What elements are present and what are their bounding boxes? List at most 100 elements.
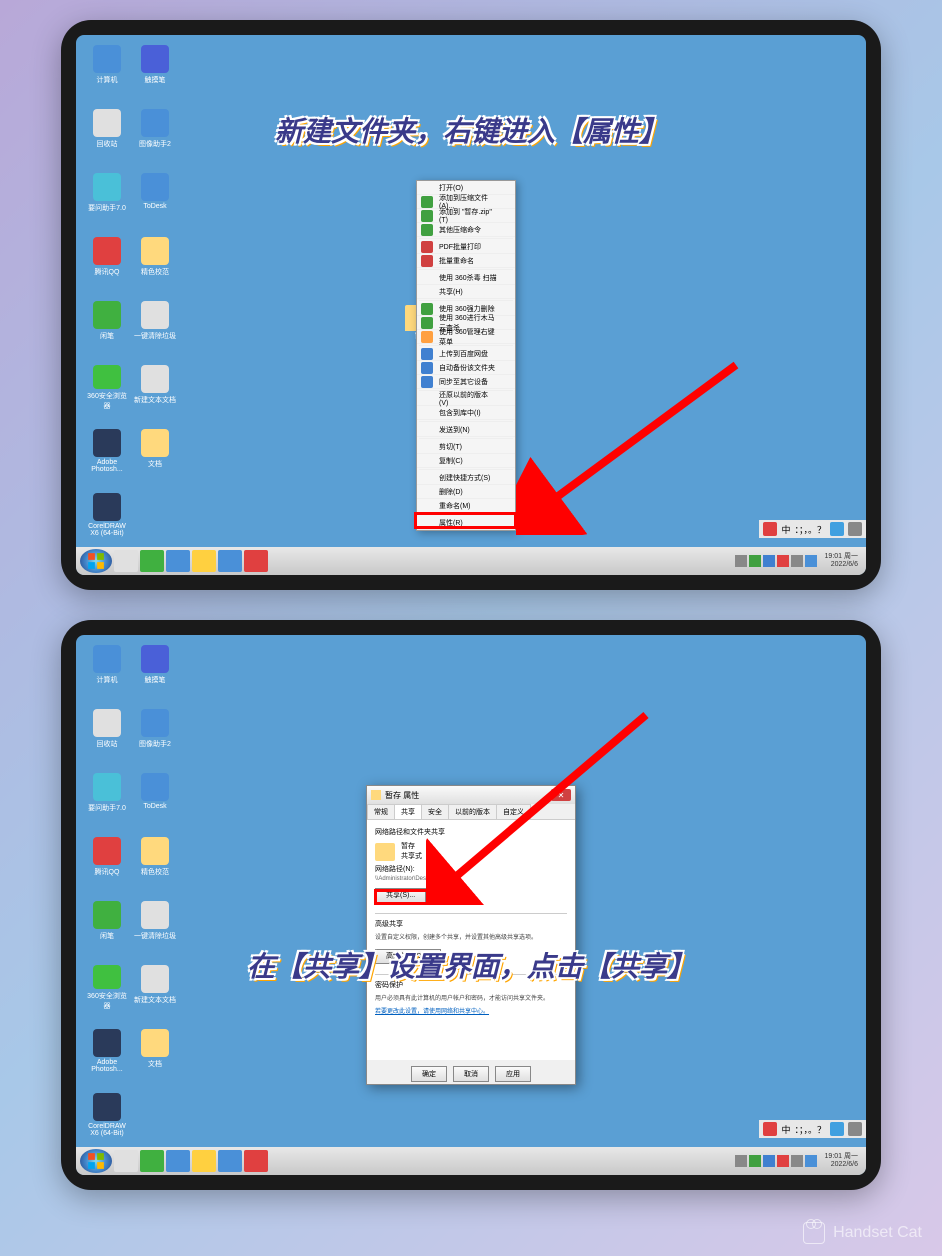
- context-menu-item[interactable]: 重命名(M): [417, 499, 515, 513]
- desktop-icon[interactable]: 精色校范: [134, 237, 176, 283]
- apply-button[interactable]: 应用: [495, 1066, 531, 1082]
- desktop-icon[interactable]: 要问助手7.0: [86, 773, 128, 819]
- desktop-icon[interactable]: CorelDRAW X6 (64-Bit): [86, 493, 128, 539]
- context-menu-item[interactable]: 还原以前的版本(V): [417, 392, 515, 406]
- context-menu-item[interactable]: 其他压缩命令: [417, 223, 515, 237]
- desktop-icon[interactable]: ToDesk: [134, 173, 176, 219]
- watermark-text: Handset Cat: [833, 1224, 922, 1242]
- cancel-button[interactable]: 取消: [453, 1066, 489, 1082]
- taskbar-app[interactable]: [114, 1150, 138, 1172]
- context-menu-item[interactable]: 包含到库中(I): [417, 406, 515, 420]
- desktop-icon[interactable]: 文档: [134, 429, 176, 475]
- taskbar-app[interactable]: [114, 550, 138, 572]
- arrow-1: [516, 355, 766, 535]
- taskbar-app[interactable]: [140, 550, 164, 572]
- dialog-tab[interactable]: 共享: [394, 804, 422, 819]
- desktop-icon[interactable]: 腾讯QQ: [86, 237, 128, 283]
- taskbar-app[interactable]: [192, 550, 216, 572]
- watermark: Handset Cat: [803, 1222, 922, 1244]
- context-menu-item[interactable]: 同步至其它设备: [417, 375, 515, 389]
- context-menu-item[interactable]: 上传到百度网盘: [417, 347, 515, 361]
- desktop-icon[interactable]: 新建文本文档: [134, 365, 176, 411]
- dialog-title-text: 暂存 属性: [385, 790, 419, 801]
- advanced-share-desc: 设置自定义权限，创建多个共享，并设置其他高级共享选项。: [375, 934, 567, 942]
- desktop-icon[interactable]: 腾讯QQ: [86, 837, 128, 883]
- desktop-icon[interactable]: Adobe Photosh...: [86, 1029, 128, 1075]
- context-menu-item[interactable]: 剪切(T): [417, 440, 515, 454]
- lang-tool-icon-2[interactable]: [848, 1122, 862, 1136]
- context-menu-item[interactable]: 使用 360杀毒 扫描: [417, 271, 515, 285]
- context-menu-item[interactable]: 创建快捷方式(S): [417, 471, 515, 485]
- menu-separator: [419, 300, 513, 301]
- desktop-icon[interactable]: 文档: [134, 1029, 176, 1075]
- context-menu-item[interactable]: 共享(H): [417, 285, 515, 299]
- advanced-share-label: 高级共享: [375, 920, 567, 930]
- context-menu: 打开(O)添加到压缩文件(A)...添加到 "暂存.zip"(T)其他压缩命令P…: [416, 180, 516, 531]
- context-menu-item[interactable]: 自动备份该文件夹: [417, 361, 515, 375]
- tablet-frame-1: 计算机触摸笔回收站图像助手2要问助手7.0ToDesk腾讯QQ精色校范闲笔一键清…: [61, 20, 881, 590]
- taskbar-app[interactable]: [166, 1150, 190, 1172]
- ime-indicator[interactable]: 中: [781, 523, 790, 536]
- desktop-icon[interactable]: 要问助手7.0: [86, 173, 128, 219]
- taskbar-app[interactable]: [244, 1150, 268, 1172]
- desktop-icon[interactable]: 计算机: [86, 45, 128, 91]
- language-bar-1[interactable]: 中 ：；，。？: [759, 520, 866, 538]
- dialog-tab[interactable]: 常规: [367, 804, 395, 819]
- taskbar-app[interactable]: [244, 550, 268, 572]
- desktop-icon[interactable]: CorelDRAW X6 (64-Bit): [86, 1093, 128, 1139]
- taskbar-app[interactable]: [140, 1150, 164, 1172]
- desktop-icon[interactable]: Adobe Photosh...: [86, 429, 128, 475]
- menu-separator: [419, 269, 513, 270]
- cat-icon: [803, 1222, 825, 1244]
- system-tray: 19:01 周一 2022/6/6: [735, 1153, 862, 1168]
- context-menu-item[interactable]: 删除(D): [417, 485, 515, 499]
- context-menu-item[interactable]: 批量重命名: [417, 254, 515, 268]
- taskbar-app[interactable]: [218, 550, 242, 572]
- desktop-icon[interactable]: 一键清除垃圾: [134, 901, 176, 947]
- tablet-frame-2: 计算机触摸笔回收站图像助手2要问助手7.0ToDesk腾讯QQ精色校范闲笔一键清…: [61, 620, 881, 1190]
- sogou-icon[interactable]: [763, 1122, 777, 1136]
- taskbar-clock[interactable]: 19:01 周一 2022/6/6: [821, 553, 862, 568]
- context-menu-item[interactable]: 复制(C): [417, 454, 515, 468]
- desktop-icon[interactable]: 触摸笔: [134, 45, 176, 91]
- desktop-icon[interactable]: 一键清除垃圾: [134, 301, 176, 347]
- taskbar-clock[interactable]: 19:01 周一 2022/6/6: [821, 1153, 862, 1168]
- lang-tool-icon-2[interactable]: [848, 522, 862, 536]
- desktop-icon[interactable]: ToDesk: [134, 773, 176, 819]
- tray-icons[interactable]: [735, 555, 817, 567]
- taskbar-2: 19:01 周一 2022/6/6: [76, 1147, 866, 1175]
- desktop-icon[interactable]: 闲笔: [86, 901, 128, 947]
- ime-indicator[interactable]: 中: [781, 1123, 790, 1136]
- context-menu-item[interactable]: 添加到 "暂存.zip"(T): [417, 209, 515, 223]
- desktop-icon[interactable]: 图像助手2: [134, 709, 176, 755]
- context-menu-item[interactable]: 发送到(N): [417, 423, 515, 437]
- lang-tool-icon[interactable]: [830, 1122, 844, 1136]
- context-menu-item[interactable]: PDF批量打印: [417, 240, 515, 254]
- menu-separator: [419, 421, 513, 422]
- tray-icons[interactable]: [735, 1155, 817, 1167]
- taskbar-app[interactable]: [166, 550, 190, 572]
- start-button[interactable]: [80, 549, 112, 573]
- desktop-icon[interactable]: 计算机: [86, 645, 128, 691]
- ok-button[interactable]: 确定: [411, 1066, 447, 1082]
- instruction-text-2: 在【共享】设置界面，点击【共享】: [76, 945, 866, 985]
- lang-tool-icon[interactable]: [830, 522, 844, 536]
- menu-separator: [419, 469, 513, 470]
- start-button[interactable]: [80, 1149, 112, 1173]
- desktop-icon[interactable]: 精色校范: [134, 837, 176, 883]
- menu-separator: [419, 345, 513, 346]
- desktop-icon[interactable]: 触摸笔: [134, 645, 176, 691]
- share-button-highlight: [374, 889, 434, 905]
- taskbar-app[interactable]: [218, 1150, 242, 1172]
- language-bar-2[interactable]: 中 ：；，。？: [759, 1120, 866, 1138]
- system-tray: 19:01 周一 2022/6/6: [735, 553, 862, 568]
- network-center-link[interactable]: 若要更改此设置，请使用网络和共享中心。: [375, 1009, 489, 1015]
- menu-separator: [419, 438, 513, 439]
- desktop-screen-2: 计算机触摸笔回收站图像助手2要问助手7.0ToDesk腾讯QQ精色校范闲笔一键清…: [76, 635, 866, 1175]
- desktop-icon[interactable]: 360安全浏览器: [86, 365, 128, 411]
- taskbar-app[interactable]: [192, 1150, 216, 1172]
- desktop-icon[interactable]: 闲笔: [86, 301, 128, 347]
- ime-symbols: ：；，。？: [794, 1123, 826, 1136]
- desktop-icon[interactable]: 回收站: [86, 709, 128, 755]
- context-menu-item[interactable]: 使用 360管理右键菜单: [417, 330, 515, 344]
